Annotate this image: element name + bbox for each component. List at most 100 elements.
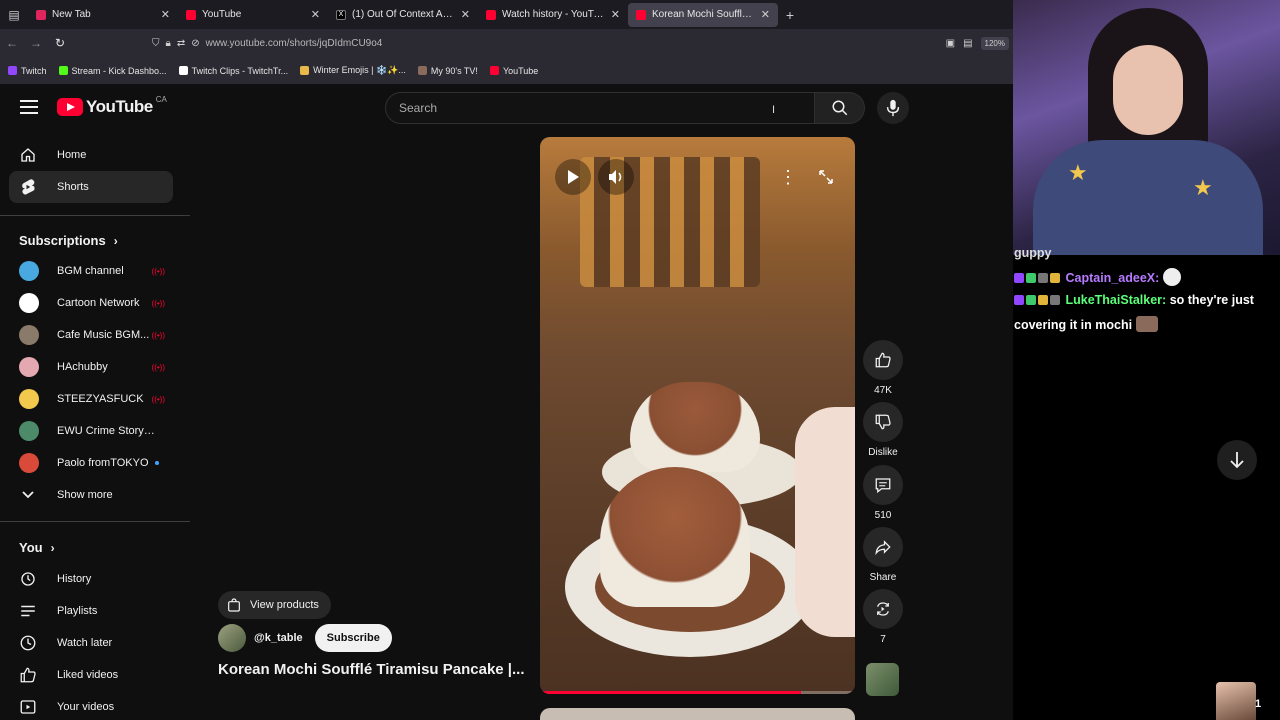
close-tab-icon[interactable]: ✕ (761, 8, 770, 21)
youtube-favicon-icon (489, 66, 499, 75)
chat-username[interactable]: Captain_adeeX: (1065, 271, 1159, 285)
search-button[interactable] (815, 92, 865, 124)
back-icon[interactable]: ← (0, 36, 24, 50)
microphone-icon (886, 99, 900, 117)
show-more-button[interactable]: Show more (9, 479, 173, 511)
sidebar-item-your-videos[interactable]: Your videos (9, 691, 173, 720)
more-options-button[interactable]: ⋮ (770, 159, 806, 195)
chat-username[interactable]: LukeThaiStalker: (1065, 293, 1166, 307)
chevron-down-icon (19, 486, 37, 504)
sidebar-channel-hachubby[interactable]: HAchubby ((•)) (9, 351, 173, 383)
address-bar[interactable]: ⛉ 🔒︎ ⇄ ⊘ www.youtube.com/shorts/jqDIdmCU… (152, 32, 946, 54)
scroll-down-button[interactable] (1217, 440, 1257, 480)
chevron-right-icon: › (50, 540, 55, 555)
x-favicon-icon: X (336, 9, 346, 20)
dislike-action[interactable]: Dislike (862, 402, 904, 458)
short-title[interactable]: Korean Mochi Soufflé Tiramisu Pancake |.… (218, 661, 525, 678)
remix-button[interactable] (863, 589, 903, 629)
bookmark-youtube[interactable]: YouTube (489, 66, 538, 76)
dislike-button[interactable] (863, 402, 903, 442)
youtube-logo[interactable]: YouTube CA (57, 95, 167, 117)
prime-badge-icon (1026, 295, 1036, 305)
sidebar-item-watch-later[interactable]: Watch later (9, 627, 173, 659)
new-tab-button[interactable]: + (778, 7, 802, 23)
watch-later-icon (19, 634, 37, 652)
share-action[interactable]: Share (862, 527, 904, 583)
bookmark-twitch-clips[interactable]: Twitch Clips - TwitchTr... (178, 66, 288, 76)
channel-avatar[interactable] (218, 624, 246, 652)
sidebar-item-playlists[interactable]: Playlists (9, 595, 173, 627)
like-button[interactable] (863, 340, 903, 380)
kick-icon (58, 66, 68, 75)
zoom-level[interactable]: 120% (980, 36, 1009, 50)
tab-new-tab[interactable]: New Tab ✕ (28, 0, 178, 29)
permissions-icon[interactable]: ⇄ (177, 38, 185, 49)
voice-search-button[interactable] (877, 92, 909, 124)
subscriptions-heading[interactable]: Subscriptions › (19, 233, 118, 248)
tab-korean-mochi[interactable]: Korean Mochi Soufflé Tiramisu ✕ (628, 2, 778, 27)
play-button[interactable] (555, 159, 591, 195)
comments-action[interactable]: 510 (862, 465, 904, 521)
reader-view-icon[interactable]: ▤ (963, 38, 972, 49)
forward-icon[interactable]: → (24, 36, 48, 50)
tab-list-icon[interactable]: ▤ (0, 0, 28, 29)
volume-icon (609, 170, 622, 184)
reload-icon[interactable]: ↻ (48, 36, 72, 50)
streamer-webcam: ★ ★ (1013, 0, 1280, 255)
search-icon (832, 100, 847, 116)
close-tab-icon[interactable]: ✕ (611, 8, 620, 21)
twitch-icon (8, 66, 17, 75)
new-content-dot (154, 461, 159, 465)
sidebar-item-shorts[interactable]: Shorts (9, 171, 173, 203)
play-icon (568, 170, 579, 184)
sidebar-item-home[interactable]: Home (9, 139, 173, 171)
camera-blocked-icon[interactable]: ⊘ (191, 38, 199, 49)
bookmark-winter-emojis[interactable]: Winter Emojis | ❄️✨... (300, 65, 406, 76)
close-tab-icon[interactable]: ✕ (161, 8, 170, 21)
sidebar-channel-cafe-music[interactable]: Cafe Music BGM... ((•)) (9, 319, 173, 351)
view-products-button[interactable]: View products (218, 591, 331, 619)
tab-watch-history[interactable]: Watch history - YouTube ✕ (478, 0, 628, 29)
tab-x-animal[interactable]: X (1) Out Of Context Animal on X ✕ (328, 0, 478, 29)
subscribe-button[interactable]: Subscribe (314, 624, 392, 652)
fullscreen-button[interactable] (808, 159, 844, 195)
shield-icon[interactable]: ⛉ (152, 38, 160, 49)
chat-message: LukeThaiStalker: so they're just coverin… (1014, 288, 1276, 338)
menu-icon[interactable] (20, 100, 38, 114)
sidebar-item-liked-videos[interactable]: Liked videos (9, 659, 173, 691)
remix-action[interactable]: 7 (862, 589, 904, 645)
next-short-preview[interactable] (540, 708, 855, 720)
sidebar-channel-bgm[interactable]: BGM channel ((•)) (9, 255, 173, 287)
volume-button[interactable] (598, 159, 634, 195)
sidebar-channel-ewu-crime[interactable]: EWU Crime Storyti... (9, 415, 173, 447)
bookmark-90s-tv[interactable]: My 90's TV! (417, 66, 478, 76)
share-icon (875, 540, 891, 556)
you-heading[interactable]: You › (19, 540, 55, 555)
sidebar-channel-paolo[interactable]: Paolo fromTOKYO (9, 447, 173, 479)
search-input[interactable]: Search (385, 92, 815, 124)
bookmark-kick[interactable]: Stream - Kick Dashbo... (58, 66, 167, 76)
youtube-favicon-icon (486, 9, 496, 20)
video-progress-bar[interactable] (540, 691, 855, 694)
stream-chat: guppy Captain_adeeX: LukeThaiStalker: so… (1013, 246, 1280, 720)
close-tab-icon[interactable]: ✕ (311, 8, 320, 21)
tab-youtube[interactable]: YouTube ✕ (178, 0, 328, 29)
sound-thumbnail[interactable] (866, 663, 899, 696)
like-action[interactable]: 47K (862, 340, 904, 396)
bookmark-twitch[interactable]: Twitch (8, 66, 47, 76)
star-icon: ★ (1068, 160, 1088, 185)
comment-count: 510 (874, 510, 892, 521)
lock-icon[interactable]: 🔒︎ (166, 38, 171, 49)
comment-icon (875, 478, 891, 494)
comments-button[interactable] (863, 465, 903, 505)
close-tab-icon[interactable]: ✕ (461, 8, 470, 21)
viewer-count: 1 (1255, 698, 1262, 710)
sidebar-channel-steezyasfuck[interactable]: STEEZYASFUCK ((•)) (9, 383, 173, 415)
channel-name[interactable]: @k_table (254, 632, 303, 644)
sidebar-item-history[interactable]: History (9, 563, 173, 595)
url-text[interactable]: www.youtube.com/shorts/jqDIdmCU9o4 (206, 38, 383, 49)
picture-in-picture-icon[interactable]: ▣ (946, 38, 955, 49)
share-button[interactable] (863, 527, 903, 567)
short-video-player[interactable]: ⋮ (540, 137, 855, 694)
sidebar-channel-cartoon-network[interactable]: Cartoon Network ((•)) (9, 287, 173, 319)
